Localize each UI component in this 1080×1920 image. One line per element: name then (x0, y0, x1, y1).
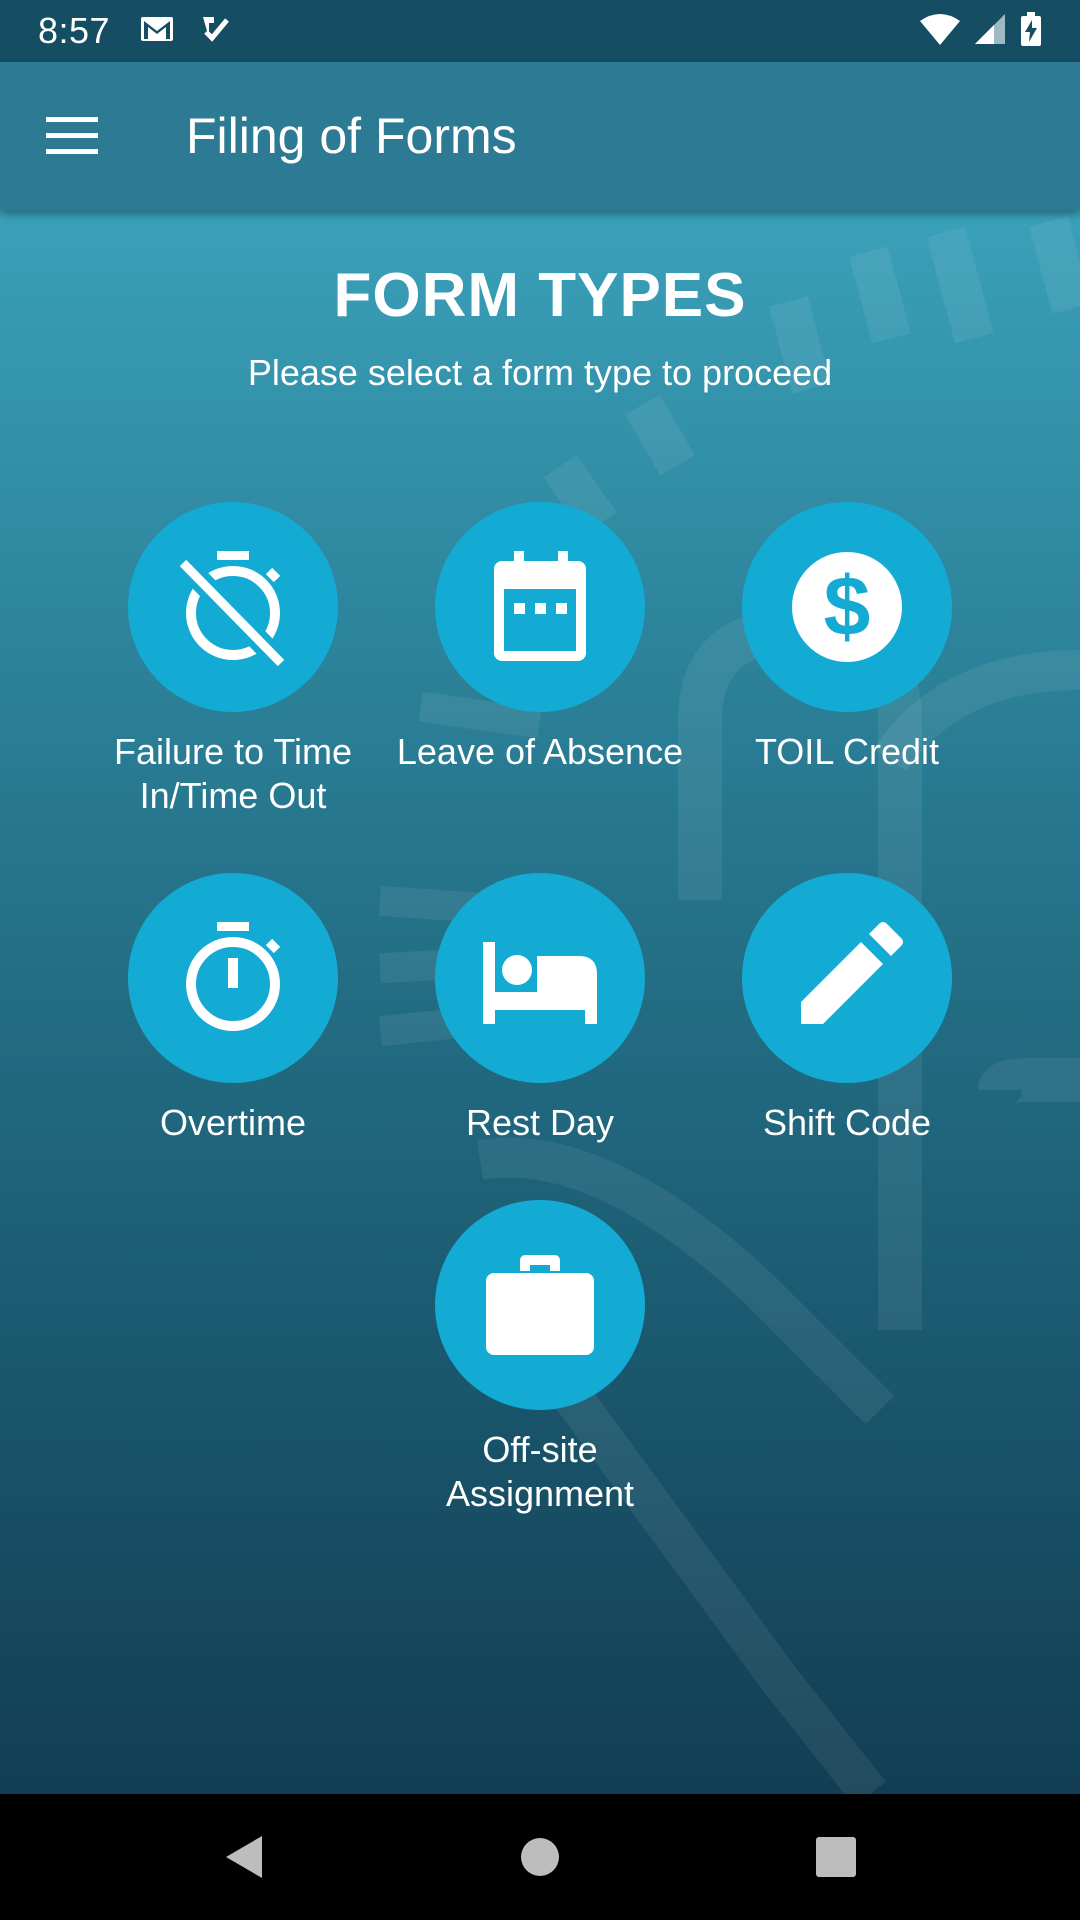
home-icon[interactable] (480, 1807, 600, 1907)
form-type-circle (128, 502, 338, 712)
form-type-label: Shift Code (762, 1102, 932, 1143)
form-type-label: TOIL Credit (754, 731, 940, 772)
wifi-icon (920, 13, 960, 50)
form-type-label: Failure to Time In/Time Out (113, 731, 353, 816)
form-type-label: Leave of Absence (396, 731, 684, 772)
form-type-failure-to-time[interactable]: Failure to Time In/Time Out (83, 502, 383, 818)
status-time: 8:57 (38, 10, 111, 51)
form-type-overtime[interactable]: Overtime (83, 873, 383, 1145)
form-type-toil-credit[interactable]: $ TOIL Credit (697, 502, 997, 774)
form-type-circle (435, 1200, 645, 1410)
recents-icon[interactable] (776, 1807, 896, 1907)
form-type-circle (435, 873, 645, 1083)
back-icon[interactable] (184, 1807, 304, 1907)
form-type-off-site-assignment[interactable]: Off-site Assignment (390, 1200, 690, 1516)
form-types-heading: FORM TYPES (333, 261, 747, 330)
form-type-circle (435, 502, 645, 712)
form-type-circle: $ (742, 502, 952, 712)
form-type-label: Overtime (159, 1102, 307, 1143)
battery-charging-icon (1020, 11, 1042, 51)
task-icon (200, 14, 230, 49)
form-type-label: Rest Day (465, 1102, 615, 1143)
svg-text:$: $ (824, 559, 871, 653)
notification-icons (140, 14, 230, 49)
bed-icon (483, 942, 597, 1024)
status-bar: 8:57 (0, 0, 1080, 62)
form-type-circle (128, 873, 338, 1083)
form-type-circle (742, 873, 952, 1083)
main-content: FORM TYPES Please select a form type to … (0, 210, 1080, 1794)
cell-signal-icon (974, 13, 1006, 50)
hamburger-menu-icon[interactable] (24, 88, 120, 184)
system-nav-bar (0, 1794, 1080, 1920)
form-types-subheading: Please select a form type to proceed (247, 352, 833, 393)
calendar-icon (494, 551, 586, 661)
gmail-icon (140, 16, 174, 47)
form-type-label: Off-site Assignment (445, 1429, 635, 1514)
form-type-leave-of-absence[interactable]: Leave of Absence (390, 502, 690, 774)
timer-off-icon (175, 551, 289, 667)
form-type-rest-day[interactable]: Rest Day (390, 873, 690, 1145)
briefcase-icon (486, 1255, 594, 1355)
pencil-icon (801, 922, 903, 1024)
timer-icon (186, 922, 281, 1031)
app-bar: Filing of Forms (0, 62, 1080, 210)
form-type-shift-code[interactable]: Shift Code (697, 873, 997, 1145)
system-icons (920, 11, 1042, 51)
page-title: Filing of Forms (186, 108, 517, 164)
dollar-icon: $ (792, 552, 902, 662)
